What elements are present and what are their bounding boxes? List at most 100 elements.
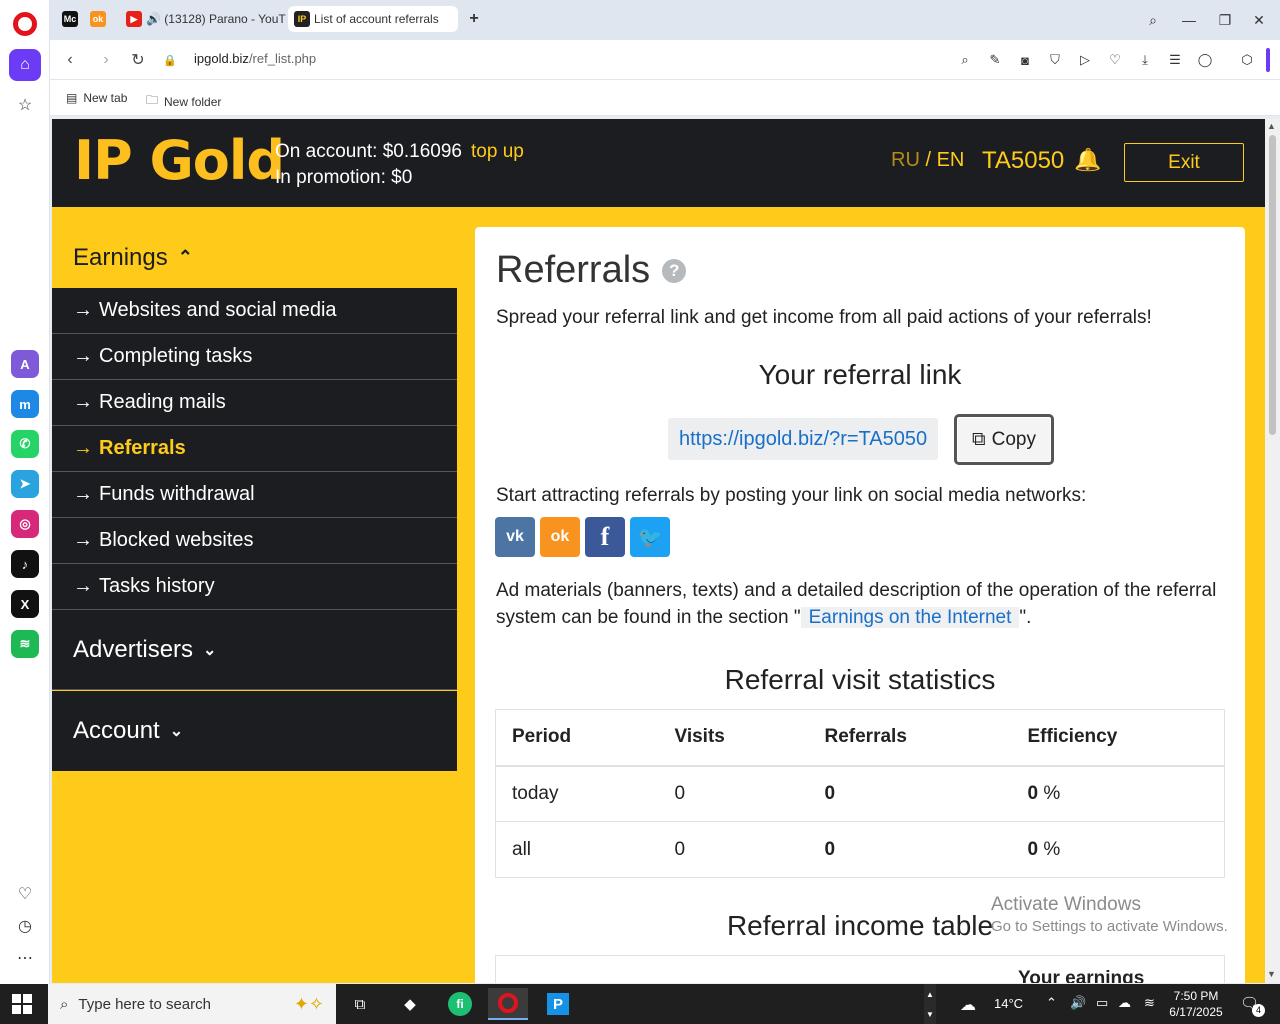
scroll-thumb[interactable]	[1269, 135, 1276, 435]
earnings-internet-link[interactable]: Earnings on the Internet	[800, 607, 1020, 628]
weather-icon[interactable]: ☁	[960, 995, 976, 1015]
lang-separator: /	[919, 149, 937, 171]
telegram-icon[interactable]: ➤	[11, 470, 39, 498]
opera-logo-icon[interactable]	[13, 12, 37, 36]
copy-button[interactable]: ⧉ Copy	[954, 414, 1054, 465]
shield-icon[interactable]: ⛉	[1045, 50, 1065, 70]
lock-icon[interactable]: 🔒	[162, 48, 178, 72]
twitter-share-button[interactable]: 🐦	[630, 517, 670, 557]
reload-icon[interactable]: ↻	[126, 48, 150, 72]
zoom-search-icon[interactable]: ⌕	[955, 50, 975, 70]
facebook-share-button[interactable]: f	[585, 517, 625, 557]
maximize-icon[interactable]: ❐	[1213, 8, 1237, 32]
web-page: IP Gold On account: $0.16096 In promotio…	[52, 119, 1265, 983]
taskbar-scroll[interactable]: ▲ ▼	[924, 984, 936, 1024]
close-icon[interactable]: ✕	[1247, 8, 1271, 32]
site-logo[interactable]: IP Gold	[74, 131, 285, 191]
cell-period: today	[495, 765, 659, 822]
extensions-icon[interactable]: ⬡	[1237, 50, 1257, 70]
messenger-icon[interactable]: m	[11, 390, 39, 418]
clock[interactable]: 7:50 PM 6/17/2025	[1168, 988, 1224, 1020]
home-icon[interactable]: ⌂	[9, 49, 41, 81]
tab-youtube[interactable]: ▶ 🔊 (13128) Parano - YouT	[120, 6, 286, 32]
x-icon[interactable]: X	[11, 590, 39, 618]
top-up-link[interactable]: top up	[471, 139, 524, 165]
help-icon[interactable]: ?	[662, 258, 687, 283]
cloud-icon[interactable]: ☁	[1118, 995, 1131, 1011]
tab-ok[interactable]: ok	[86, 6, 110, 32]
menu-item-withdrawal[interactable]: → Funds withdrawal	[52, 472, 457, 518]
opera-taskbar-icon[interactable]	[488, 988, 528, 1020]
whatsapp-icon[interactable]: ✆	[11, 430, 39, 458]
clock-date: 6/17/2025	[1169, 1005, 1223, 1019]
heart-icon[interactable]: ♡	[13, 882, 37, 906]
menu-item-blocked[interactable]: → Blocked websites	[52, 518, 457, 564]
tab-referrals[interactable]: IP List of account referrals	[288, 6, 458, 32]
bookmark-new-folder[interactable]: 🗀 New folder	[146, 91, 221, 112]
menu-advertisers[interactable]: Advertisers ⌄	[52, 610, 457, 690]
download-icon[interactable]: ⤓	[1135, 50, 1155, 70]
arrow-right-icon: →	[73, 483, 93, 505]
menu-item-mails[interactable]: → Reading mails	[52, 380, 457, 426]
new-tab-button[interactable]: +	[464, 6, 484, 32]
tray-chevron-icon[interactable]: ⌃	[1046, 995, 1057, 1011]
weather-temp[interactable]: 14°C	[994, 996, 1023, 1011]
wifi-icon[interactable]: ≋	[1144, 995, 1155, 1011]
tiktok-icon[interactable]: ♪	[11, 550, 39, 578]
back-icon[interactable]: ‹	[58, 48, 82, 72]
page-scrollbar[interactable]: ▲ ▼	[1265, 119, 1280, 983]
menu-account[interactable]: Account ⌄	[52, 691, 457, 771]
url-field[interactable]: ipgold.biz/ref_list.php	[194, 51, 316, 66]
spotify-icon[interactable]: ≋	[11, 630, 39, 658]
edit-icon[interactable]: ✎	[985, 50, 1005, 70]
profile-icon[interactable]: ◯	[1195, 50, 1215, 70]
fiverr-icon[interactable]: fi	[440, 988, 480, 1020]
tab-medium[interactable]: Mc	[58, 6, 82, 32]
sidebar-toggle[interactable]	[1266, 48, 1270, 72]
bookmark-new-tab[interactable]: ▤ New tab	[66, 91, 127, 105]
chevron-up-icon: ⌃	[177, 247, 193, 267]
cell-visits: 0	[658, 821, 809, 878]
ok-icon: ok	[90, 11, 106, 27]
scroll-down-icon[interactable]: ▼	[1267, 969, 1276, 979]
scroll-up-icon[interactable]: ▲	[1267, 121, 1276, 131]
cell-referrals: 0	[808, 821, 1012, 878]
menu-item-referrals[interactable]: → Referrals	[52, 426, 457, 472]
cell-efficiency: 0 %	[1011, 821, 1225, 878]
bell-icon[interactable]: 🔔	[1074, 147, 1101, 173]
menu-icon[interactable]: ☰	[1165, 50, 1185, 70]
task-view-icon[interactable]: ⧉	[340, 988, 380, 1020]
history-icon[interactable]: ◷	[13, 914, 37, 938]
device-icon[interactable]: ▭	[1096, 995, 1108, 1011]
efficiency-value: 0	[1027, 782, 1039, 804]
lang-ru-link[interactable]: RU	[891, 149, 920, 171]
ok-share-button[interactable]: ok	[540, 517, 580, 557]
forward-icon[interactable]: ›	[94, 48, 118, 72]
menu-item-websites[interactable]: → Websites and social media	[52, 288, 457, 334]
send-icon[interactable]: ▷	[1075, 50, 1095, 70]
p-app-icon[interactable]: P	[538, 988, 578, 1020]
lang-en-link[interactable]: EN	[937, 149, 965, 171]
menu-item-history[interactable]: → Tasks history	[52, 564, 457, 610]
more-icon[interactable]: ⋯	[13, 946, 37, 970]
exit-button[interactable]: Exit	[1124, 143, 1244, 182]
taskbar-search[interactable]: ⌕ Type here to search ✦✧	[48, 984, 336, 1024]
clock-time: 7:50 PM	[1173, 989, 1219, 1003]
windows-start-icon[interactable]	[12, 994, 32, 1014]
menu-earnings[interactable]: Earnings ⌃	[52, 227, 457, 288]
user-id[interactable]: TA5050	[982, 147, 1064, 175]
menu-item-tasks[interactable]: → Completing tasks	[52, 334, 457, 380]
volume-icon[interactable]: 🔊	[1070, 995, 1086, 1011]
camera-icon[interactable]: ◙	[1015, 50, 1035, 70]
address-bar: ‹ › ↻ 🔒 ipgold.biz/ref_list.php ⌕ ✎ ◙ ⛉ …	[50, 40, 1280, 80]
ad-text-suffix: ".	[1019, 607, 1032, 628]
star-icon[interactable]: ☆	[9, 89, 41, 121]
search-tabs-icon[interactable]: ⌕	[1141, 8, 1165, 32]
vk-share-button[interactable]: vk	[495, 517, 535, 557]
heart-icon[interactable]: ♡	[1105, 50, 1125, 70]
instagram-icon[interactable]: ◎	[11, 510, 39, 538]
aria-icon[interactable]: A	[11, 350, 39, 378]
app-shield-icon[interactable]: ◆	[390, 988, 430, 1020]
minimize-icon[interactable]: —	[1177, 8, 1201, 32]
referral-link[interactable]: https://ipgold.biz/?r=TA5050	[668, 418, 939, 460]
